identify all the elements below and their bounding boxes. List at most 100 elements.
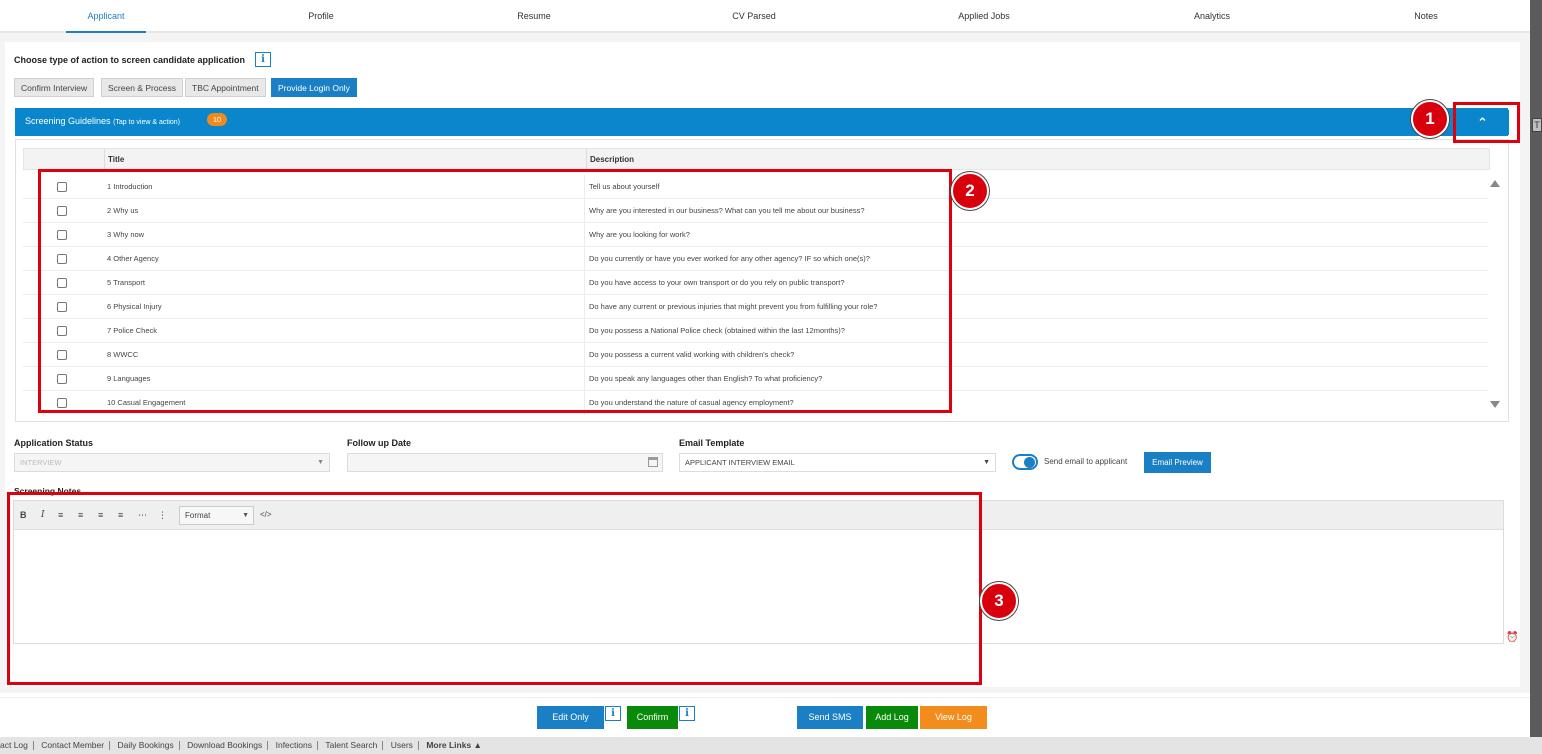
table-row[interactable]: 7 Police Check Do you possess a National… bbox=[23, 319, 1488, 343]
row-description: Do have any current or previous injuries… bbox=[589, 302, 878, 311]
email-template-select[interactable]: APPLICANT INTERVIEW EMAIL ▼ bbox=[679, 453, 996, 472]
caret-down-icon: ▼ bbox=[983, 459, 990, 466]
window-edge: T bbox=[1530, 0, 1542, 754]
cell-divider bbox=[584, 295, 585, 319]
tab-analytics[interactable]: Analytics bbox=[1172, 0, 1252, 33]
application-status-select[interactable]: INTERVIEW ▼ bbox=[14, 453, 330, 472]
email-template-value: APPLICANT INTERVIEW EMAIL bbox=[685, 458, 795, 467]
confirm-button[interactable]: Confirm bbox=[627, 706, 678, 729]
follow-up-date-input[interactable] bbox=[347, 453, 663, 472]
bold-button[interactable]: B bbox=[20, 510, 27, 520]
grid-body: 1 Introduction Tell us about yourself 2 … bbox=[23, 175, 1488, 415]
row-checkbox[interactable] bbox=[57, 302, 67, 312]
row-checkbox[interactable] bbox=[57, 182, 67, 192]
align-justify-icon[interactable]: ≡ bbox=[118, 510, 123, 520]
cell-divider bbox=[584, 343, 585, 367]
format-select[interactable]: Format ▼ bbox=[179, 506, 254, 525]
info-icon[interactable]: i bbox=[255, 52, 271, 67]
row-checkbox[interactable] bbox=[57, 398, 67, 408]
table-row[interactable]: 6 Physical Injury Do have any current or… bbox=[23, 295, 1488, 319]
guidelines-title: Screening Guidelines (Tap to view & acti… bbox=[25, 116, 180, 126]
table-row[interactable]: 3 Why now Why are you looking for work? bbox=[23, 223, 1488, 247]
option-tbc-appointment[interactable]: TBC Appointment bbox=[185, 78, 266, 97]
email-preview-button[interactable]: Email Preview bbox=[1144, 452, 1211, 473]
action-bar bbox=[0, 697, 1530, 737]
table-row[interactable]: 5 Transport Do you have access to your o… bbox=[23, 271, 1488, 295]
row-description: Why are you interested in our business? … bbox=[589, 206, 865, 215]
row-description: Do you currently or have you ever worked… bbox=[589, 254, 870, 263]
view-log-button[interactable]: View Log bbox=[920, 706, 987, 729]
row-checkbox[interactable] bbox=[57, 326, 67, 336]
code-view-icon[interactable]: </> bbox=[260, 510, 272, 519]
row-checkbox[interactable] bbox=[57, 206, 67, 216]
screening-notes-editor[interactable]: B I ≡ ≡ ≡ ≡ ⋯ ⋮ Format ▼ </> bbox=[13, 500, 1504, 644]
row-title: 7 Police Check bbox=[107, 326, 158, 335]
footer-link-download-bookings[interactable]: Download Bookings bbox=[182, 741, 269, 750]
email-template-label: Email Template bbox=[679, 438, 745, 448]
guidelines-header[interactable]: Screening Guidelines (Tap to view & acti… bbox=[15, 108, 1508, 136]
add-log-button[interactable]: Add Log bbox=[866, 706, 918, 729]
table-row[interactable]: 1 Introduction Tell us about yourself bbox=[23, 175, 1488, 199]
option-screen-process[interactable]: Screen & Process bbox=[101, 78, 184, 97]
option-confirm-interview[interactable]: Confirm Interview bbox=[14, 78, 95, 97]
footer-link-contact-member[interactable]: Contact Member bbox=[36, 741, 111, 750]
tab-resume[interactable]: Resume bbox=[494, 0, 574, 33]
guidelines-grid: Title Description 1 Introduction Tell us… bbox=[15, 139, 1509, 422]
caret-down-icon: ▼ bbox=[242, 512, 249, 519]
edit-only-info-icon[interactable]: i bbox=[605, 706, 621, 721]
tab-applied-jobs[interactable]: Applied Jobs bbox=[944, 0, 1024, 33]
table-row[interactable]: 8 WWCC Do you possess a current valid wo… bbox=[23, 343, 1488, 367]
row-description: Do you speak any languages other than En… bbox=[589, 374, 823, 383]
row-checkbox[interactable] bbox=[57, 278, 67, 288]
footer-link-infections[interactable]: Infections bbox=[271, 741, 318, 750]
scroll-down-arrow-icon[interactable] bbox=[1490, 401, 1500, 408]
footer-link-users[interactable]: Users bbox=[386, 741, 419, 750]
edit-only-button[interactable]: Edit Only bbox=[537, 706, 604, 729]
cell-divider bbox=[584, 271, 585, 295]
align-center-icon[interactable]: ≡ bbox=[78, 510, 83, 520]
confirm-info-icon[interactable]: i bbox=[679, 706, 695, 721]
cell-divider bbox=[584, 367, 585, 391]
tab-applicant[interactable]: Applicant bbox=[66, 0, 146, 33]
row-title: 3 Why now bbox=[107, 230, 145, 239]
row-title: 6 Physical Injury bbox=[107, 302, 162, 311]
cell-divider bbox=[584, 391, 585, 415]
tab-profile[interactable]: Profile bbox=[281, 0, 361, 33]
scroll-up-arrow-icon[interactable] bbox=[1490, 180, 1500, 187]
align-right-icon[interactable]: ≡ bbox=[98, 510, 103, 520]
table-row[interactable]: 10 Casual Engagement Do you understand t… bbox=[23, 391, 1488, 415]
tab-notes[interactable]: Notes bbox=[1386, 0, 1466, 33]
table-row[interactable]: 4 Other Agency Do you currently or have … bbox=[23, 247, 1488, 271]
row-description: Why are you looking for work? bbox=[589, 230, 690, 239]
cell-divider bbox=[584, 319, 585, 343]
row-description: Do you possess a National Police check (… bbox=[589, 326, 845, 335]
send-sms-button[interactable]: Send SMS bbox=[797, 706, 863, 729]
option-provide-login-only[interactable]: Provide Login Only bbox=[271, 78, 357, 97]
align-left-icon[interactable]: ≡ bbox=[58, 510, 63, 520]
collapse-guidelines-button[interactable]: ⌃ bbox=[1456, 110, 1509, 135]
row-checkbox[interactable] bbox=[57, 374, 67, 384]
italic-button[interactable]: I bbox=[41, 510, 45, 520]
cell-divider bbox=[584, 175, 585, 199]
application-status-label: Application Status bbox=[14, 438, 94, 448]
numbered-list-icon[interactable]: ⋮ bbox=[158, 510, 167, 521]
tab-cv-parsed[interactable]: CV Parsed bbox=[714, 0, 794, 33]
chevron-up-icon: ⌃ bbox=[1477, 115, 1488, 130]
column-description[interactable]: Description bbox=[586, 149, 1491, 171]
row-checkbox[interactable] bbox=[57, 230, 67, 240]
footer-link-more-links[interactable]: More Links ▲ bbox=[421, 741, 487, 750]
editor-toolbar: B I ≡ ≡ ≡ ≡ ⋯ ⋮ Format ▼ </> bbox=[14, 501, 1503, 530]
alarm-clock-icon[interactable]: ⏰ bbox=[1506, 632, 1518, 643]
row-checkbox[interactable] bbox=[57, 254, 67, 264]
table-row[interactable]: 9 Languages Do you speak any languages o… bbox=[23, 367, 1488, 391]
row-checkbox[interactable] bbox=[57, 350, 67, 360]
send-email-toggle[interactable] bbox=[1012, 454, 1038, 470]
table-row[interactable]: 2 Why us Why are you interested in our b… bbox=[23, 199, 1488, 223]
guidelines-count-badge: 10 bbox=[207, 113, 227, 126]
footer-link-contact-log[interactable]: act Log bbox=[0, 741, 34, 750]
footer-link-daily-bookings[interactable]: Daily Bookings bbox=[112, 741, 180, 750]
column-title[interactable]: Title bbox=[104, 149, 586, 171]
footer-link-talent-search[interactable]: Talent Search bbox=[320, 741, 384, 750]
calendar-icon[interactable] bbox=[648, 457, 658, 467]
bullet-list-icon[interactable]: ⋯ bbox=[138, 510, 147, 521]
